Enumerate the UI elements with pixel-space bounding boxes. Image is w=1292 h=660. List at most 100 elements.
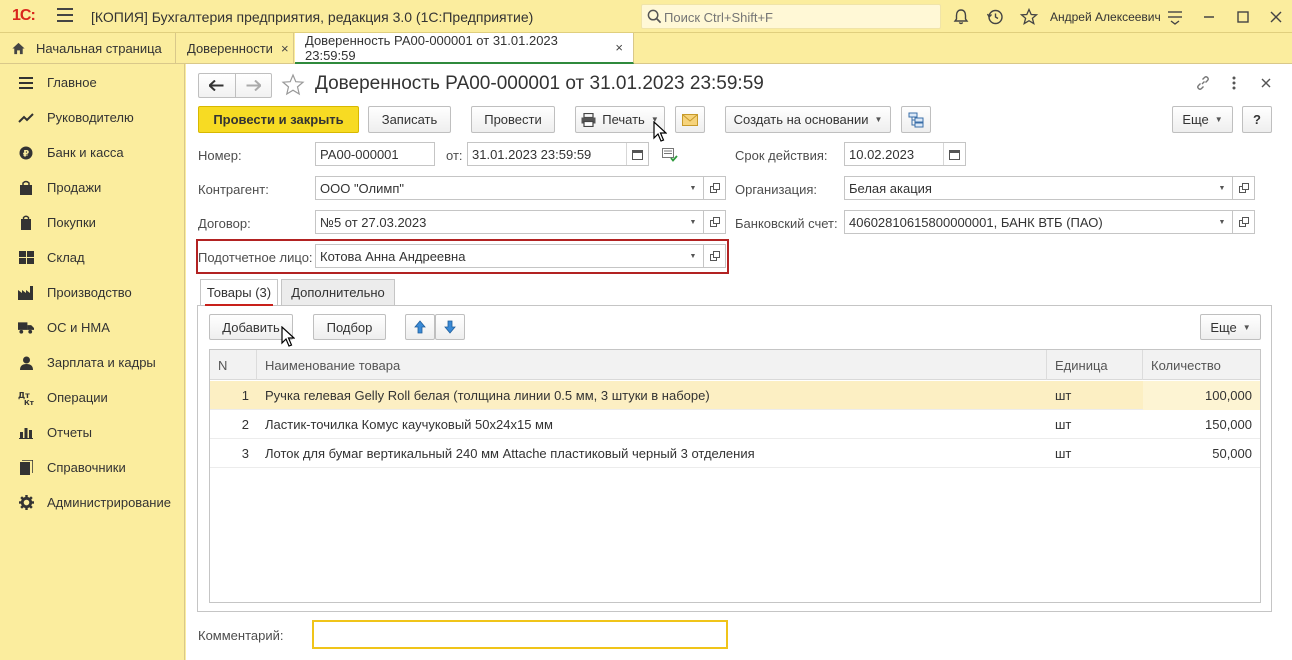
current-user[interactable]: Андрей Алексеевич [1050,10,1161,24]
save-button[interactable]: Записать [368,106,451,133]
sidebar-item-label: Продажи [47,180,102,195]
more-label: Еще [1210,319,1237,335]
chevron-down-icon[interactable]: ▼ [1212,211,1232,233]
shopping-bag-icon [18,180,34,196]
sidebar-item-catalogs[interactable]: Справочники [0,450,185,485]
column-header-unit[interactable]: Единица [1047,350,1143,380]
number-field[interactable]: РА00-000001 [315,142,435,166]
move-up-button[interactable] [405,314,435,340]
main-menu-icon[interactable] [57,8,73,24]
favorite-star-icon[interactable] [1019,7,1039,27]
validity-date-field[interactable]: 10.02.2023 [844,142,966,166]
sidebar-item-main[interactable]: Главное [0,65,185,100]
tab-powers-of-attorney[interactable]: Доверенности × [177,33,294,64]
table-row[interactable]: 1 Ручка гелевая Gelly Roll белая (толщин… [210,381,1260,410]
sidebar-item-label: Администрирование [47,495,171,510]
more-vertical-icon[interactable] [1228,75,1240,91]
post-button[interactable]: Провести [471,106,555,133]
calendar-icon[interactable] [943,143,965,165]
back-button[interactable] [199,74,236,97]
sidebar-item-fixed-assets[interactable]: ОС и НМА [0,310,185,345]
help-button[interactable]: ? [1242,106,1272,133]
sidebar-item-salary[interactable]: Зарплата и кадры [0,345,185,380]
maximize-icon[interactable] [1233,7,1253,27]
table-more-button[interactable]: Еще ▼ [1200,314,1261,340]
send-email-button[interactable] [675,106,705,133]
bank-account-value: 40602810615800000001, БАНК ВТБ (ПАО) [849,215,1103,230]
sidebar-item-reports[interactable]: Отчеты [0,415,185,450]
history-icon[interactable] [985,7,1005,27]
post-and-close-button[interactable]: Провести и закрыть [198,106,359,133]
sidebar-item-manager[interactable]: Руководителю [0,100,185,135]
sidebar-item-warehouse[interactable]: Склад [0,240,185,275]
table-row[interactable]: 2 Ластик-точилка Комус каучуковый 50х24х… [210,410,1260,439]
sidebar-item-bank[interactable]: ₽ Банк и касса [0,135,185,170]
forward-button[interactable] [236,74,272,97]
sidebar-item-sales[interactable]: Продажи [0,170,185,205]
sections-sidebar: Главное Руководителю ₽ Банк и касса Прод… [0,64,185,660]
open-bank-account-button[interactable] [1233,210,1255,234]
accountable-person-field[interactable]: Котова Анна Андреевна ▼ [315,244,704,268]
open-accountable-person-button[interactable] [704,244,726,268]
sidebar-item-label: Отчеты [47,425,92,440]
contract-field[interactable]: №5 от 27.03.2023 ▼ [315,210,704,234]
move-down-button[interactable] [435,314,465,340]
date-field[interactable]: 31.01.2023 23:59:59 [467,142,649,166]
cell-name: Ручка гелевая Gelly Roll белая (толщина … [265,388,710,403]
table-row[interactable]: 3 Лоток для бумаг вертикальный 240 мм At… [210,439,1260,468]
selection-button[interactable]: Подбор [313,314,386,340]
calendar-icon[interactable] [626,143,648,165]
settings-lines-icon[interactable] [1165,7,1185,27]
organization-value: Белая акация [849,181,932,196]
minimize-icon[interactable] [1199,7,1219,27]
favorite-star-icon[interactable] [281,73,305,97]
sidebar-item-purchases[interactable]: Покупки [0,205,185,240]
link-icon[interactable] [1195,75,1211,91]
create-based-on-button[interactable]: Создать на основании ▼ [725,106,891,133]
chevron-down-icon[interactable]: ▼ [683,177,703,199]
print-button[interactable]: Печать ▼ [575,106,665,133]
bell-icon[interactable] [951,7,971,27]
sidebar-item-label: Руководителю [47,110,134,125]
close-tab-icon[interactable]: × [281,41,289,56]
more-button[interactable]: Еще ▼ [1172,106,1233,133]
tab-home[interactable]: Начальная страница [0,33,176,64]
number-label: Номер: [198,148,242,163]
counterparty-value: ООО "Олимп" [320,181,404,196]
comment-input[interactable] [312,620,728,649]
counterparty-field[interactable]: ООО "Олимп" ▼ [315,176,704,200]
open-organization-button[interactable] [1233,176,1255,200]
column-header-n[interactable]: N [210,350,257,380]
chevron-down-icon[interactable]: ▼ [683,245,703,267]
title-bar: 1С: [КОПИЯ] Бухгалтерия предприятия, ред… [0,0,1292,33]
goods-table: N Наименование товара Единица Количество… [209,349,1261,603]
global-search[interactable] [641,4,941,29]
sidebar-item-operations[interactable]: Дт Кт Операции [0,380,185,415]
organization-field[interactable]: Белая акация ▼ [844,176,1233,200]
tab-power-of-attorney-doc[interactable]: Доверенность РА00-000001 от 31.01.2023 2… [295,33,634,64]
close-form-icon[interactable] [1259,75,1273,91]
svg-text:₽: ₽ [23,149,29,159]
column-header-quantity[interactable]: Количество [1143,350,1260,380]
cell-quantity: 150,000 [1205,417,1252,432]
home-icon [12,42,25,55]
bank-account-field[interactable]: 40602810615800000001, БАНК ВТБ (ПАО) ▼ [844,210,1233,234]
tab-additional[interactable]: Дополнительно [281,279,395,305]
cell-unit: шт [1055,446,1072,461]
structure-button[interactable] [901,106,931,133]
close-window-icon[interactable] [1266,7,1286,27]
column-header-name[interactable]: Наименование товара [257,350,1047,380]
open-counterparty-button[interactable] [704,176,726,200]
sidebar-item-admin[interactable]: Администрирование [0,485,185,520]
search-input[interactable] [664,7,934,27]
chevron-down-icon[interactable]: ▼ [1212,177,1232,199]
organization-label: Организация: [735,182,818,197]
open-contract-button[interactable] [704,210,726,234]
tab-goods[interactable]: Товары (3) [200,279,278,306]
arrow-left-icon [209,80,224,91]
person-icon [18,355,34,371]
accountable-person-label: Подотчетное лицо: [198,250,313,265]
chevron-down-icon[interactable]: ▼ [683,211,703,233]
close-tab-icon[interactable]: × [615,40,623,55]
sidebar-item-production[interactable]: Производство [0,275,185,310]
